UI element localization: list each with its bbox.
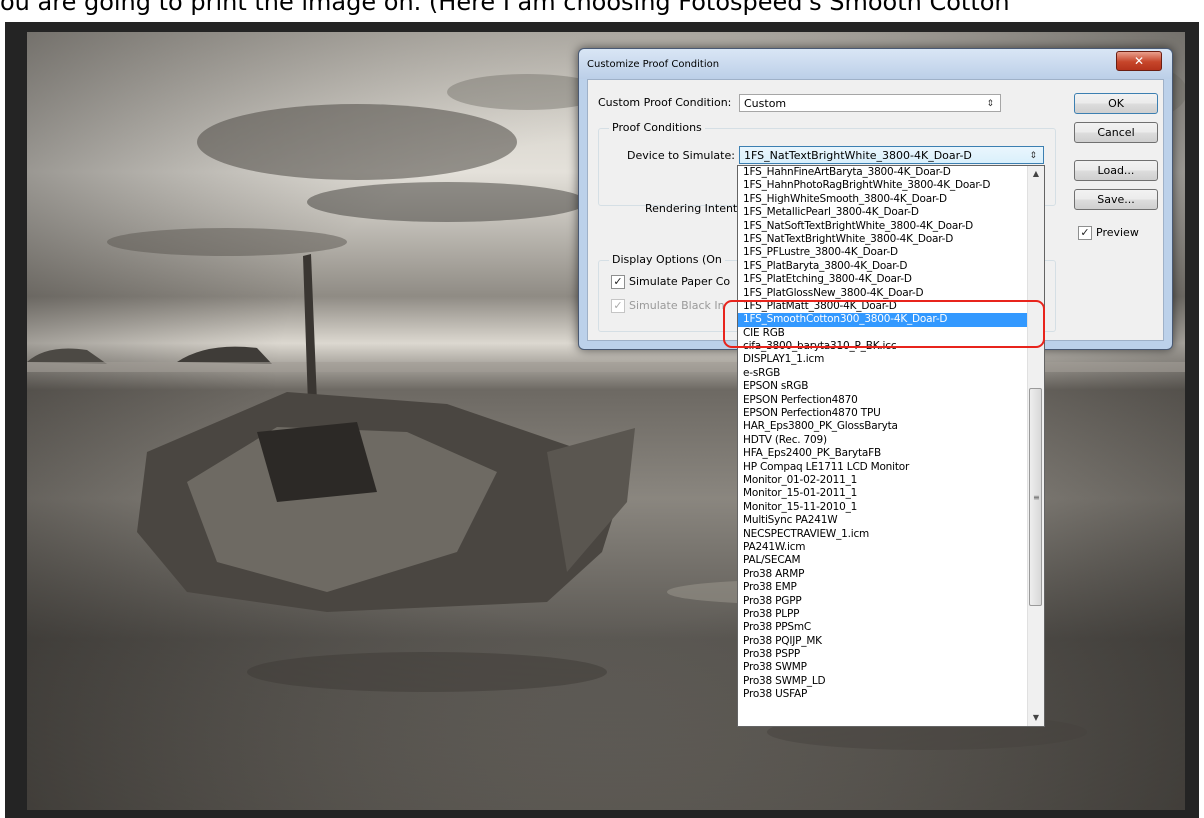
preview-label: Preview [1096, 226, 1139, 239]
dropdown-item[interactable]: Pro38 PQIJP_MK [738, 635, 1028, 648]
dropdown-item[interactable]: Monitor_01-02-2011_1 [738, 474, 1028, 487]
dropdown-item[interactable]: Pro38 SWMP [738, 661, 1028, 674]
dropdown-item[interactable]: Pro38 SWMP_LD [738, 675, 1028, 688]
dropdown-item[interactable]: Pro38 PPSmC [738, 621, 1028, 634]
device-to-simulate-select[interactable]: 1FS_NatTextBrightWhite_3800-4K_Doar-D ⇕ [739, 146, 1044, 164]
simulate-black-ink-label: Simulate Black In [629, 299, 725, 312]
scroll-up-icon[interactable]: ▲ [1028, 166, 1044, 182]
dropdown-item[interactable]: Pro38 PLPP [738, 608, 1028, 621]
scrollbar-thumb[interactable]: ≡ [1029, 388, 1042, 606]
rendering-intent-label: Rendering Intent: [645, 202, 741, 215]
ok-button[interactable]: OK [1074, 93, 1158, 114]
dropdown-item[interactable]: Monitor_15-11-2010_1 [738, 501, 1028, 514]
dropdown-item[interactable]: EPSON Perfection4870 [738, 394, 1028, 407]
select-arrow-icon: ⇕ [1029, 151, 1037, 161]
dropdown-item[interactable]: HP Compaq LE1711 LCD Monitor [738, 461, 1028, 474]
dropdown-item[interactable]: Pro38 EMP [738, 581, 1028, 594]
grip-icon: ≡ [1033, 493, 1040, 502]
dropdown-item[interactable]: HAR_Eps3800_PK_GlossBaryta [738, 420, 1028, 433]
dropdown-item[interactable]: EPSON sRGB [738, 380, 1028, 393]
dropdown-item[interactable]: PAL/SECAM [738, 554, 1028, 567]
dropdown-item[interactable]: PA241W.icm [738, 541, 1028, 554]
device-profile-dropdown-list[interactable]: 1FS_HahnFineArtBaryta_3800-4K_Doar-D 1FS_… [737, 165, 1045, 727]
simulate-paper-color-label: Simulate Paper Co [629, 275, 731, 288]
tutorial-caption: ou are going to print the image on. (Her… [0, 0, 1010, 16]
dropdown-item[interactable]: 1FS_HahnFineArtBaryta_3800-4K_Doar-D [738, 166, 1028, 179]
cancel-button[interactable]: Cancel [1074, 122, 1158, 143]
dropdown-item[interactable]: e-sRGB [738, 367, 1028, 380]
dropdown-item[interactable]: HDTV (Rec. 709) [738, 434, 1028, 447]
display-options-legend: Display Options (On [609, 253, 725, 266]
dialog-title: Customize Proof Condition [587, 59, 720, 70]
device-to-simulate-value: 1FS_NatTextBrightWhite_3800-4K_Doar-D [744, 149, 972, 162]
simulate-black-ink-checkbox: ✓ [611, 299, 625, 313]
load-button[interactable]: Load... [1074, 160, 1158, 181]
dialog-titlebar[interactable]: Customize Proof Condition ✕ [579, 49, 1172, 79]
preview-checkbox[interactable]: ✓ [1078, 226, 1092, 240]
dropdown-item[interactable]: 1FS_HighWhiteSmooth_3800-4K_Doar-D [738, 193, 1028, 206]
simulate-paper-color-checkbox[interactable]: ✓ [611, 275, 625, 289]
dropdown-item[interactable]: 1FS_MetallicPearl_3800-4K_Doar-D [738, 206, 1028, 219]
close-icon: ✕ [1133, 54, 1145, 68]
dropdown-item[interactable]: Pro38 USFAP [738, 688, 1028, 701]
dropdown-item[interactable]: Pro38 ARMP [738, 568, 1028, 581]
device-to-simulate-label: Device to Simulate: [627, 149, 735, 162]
select-arrow-icon: ⇕ [986, 99, 994, 109]
dropdown-item[interactable]: Pro38 PSPP [738, 648, 1028, 661]
dropdown-item[interactable]: NECSPECTRAVIEW_1.icm [738, 528, 1028, 541]
dropdown-item[interactable]: EPSON Perfection4870 TPU [738, 407, 1028, 420]
dropdown-item[interactable]: MultiSync PA241W [738, 514, 1028, 527]
proof-conditions-legend: Proof Conditions [609, 121, 705, 134]
dropdown-item[interactable]: 1FS_HahnPhotoRagBrightWhite_3800-4K_Doar… [738, 179, 1028, 192]
annotation-highlight-ring [723, 300, 1045, 348]
dropdown-item[interactable]: 1FS_PFLustre_3800-4K_Doar-D [738, 246, 1028, 259]
custom-proof-condition-label: Custom Proof Condition: [598, 96, 732, 109]
close-button[interactable]: ✕ [1116, 51, 1162, 71]
custom-proof-condition-value: Custom [744, 97, 787, 110]
dropdown-item[interactable]: 1FS_NatTextBrightWhite_3800-4K_Doar-D [738, 233, 1028, 246]
dropdown-scrollbar[interactable]: ▲ ≡ ▼ [1027, 166, 1044, 726]
dropdown-item[interactable]: 1FS_PlatEtching_3800-4K_Doar-D [738, 273, 1028, 286]
dropdown-item[interactable]: HFA_Eps2400_PK_BarytaFB [738, 447, 1028, 460]
dropdown-item[interactable]: 1FS_NatSoftTextBrightWhite_3800-4K_Doar-… [738, 220, 1028, 233]
dropdown-item[interactable]: Monitor_15-01-2011_1 [738, 487, 1028, 500]
custom-proof-condition-select[interactable]: Custom ⇕ [739, 94, 1001, 112]
scroll-down-icon[interactable]: ▼ [1028, 710, 1044, 726]
dropdown-item[interactable]: DISPLAY1_1.icm [738, 353, 1028, 366]
save-button[interactable]: Save... [1074, 189, 1158, 210]
dropdown-item[interactable]: 1FS_PlatGlossNew_3800-4K_Doar-D [738, 287, 1028, 300]
dropdown-item[interactable]: 1FS_PlatBaryta_3800-4K_Doar-D [738, 260, 1028, 273]
dropdown-items: 1FS_HahnFineArtBaryta_3800-4K_Doar-D 1FS_… [738, 166, 1028, 702]
dropdown-item[interactable]: Pro38 PGPP [738, 595, 1028, 608]
